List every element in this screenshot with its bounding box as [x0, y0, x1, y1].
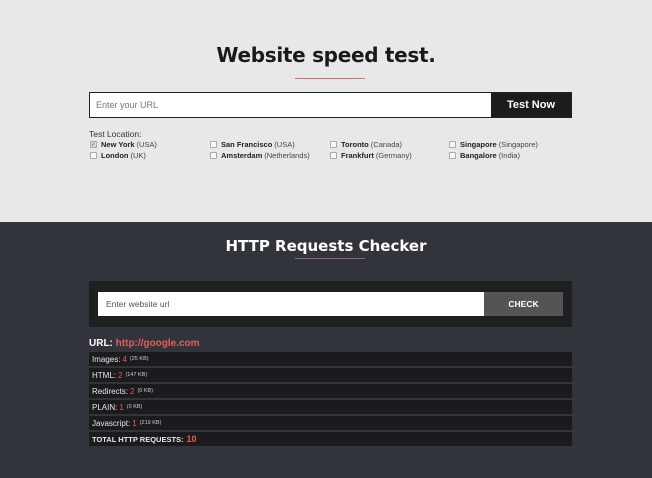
title-underline	[295, 78, 365, 79]
location-option-toronto[interactable]: Toronto (Canada)	[330, 140, 402, 149]
row-size: (219 KB)	[139, 420, 162, 426]
location-option-new-york[interactable]: ✓ New York (USA)	[90, 140, 157, 149]
row-size: (0 KB)	[126, 404, 143, 410]
row-count: 4	[122, 354, 127, 364]
row-size: (147 KB)	[125, 372, 148, 378]
location-country: (USA)	[136, 140, 157, 149]
result-row-javascript: Javascript: 1 (219 KB)	[89, 416, 572, 430]
row-size: (25 KB)	[129, 356, 149, 362]
location-city: Toronto	[341, 140, 369, 149]
checkbox[interactable]	[210, 152, 217, 159]
checkbox[interactable]	[449, 141, 456, 148]
row-size: (0 KB)	[137, 388, 154, 394]
check-panel: CHECK	[89, 281, 572, 327]
row-count: 1	[119, 402, 124, 412]
url-search-bar: Test Now	[89, 92, 572, 118]
location-option-amsterdam[interactable]: Amsterdam (Netherlands)	[210, 151, 310, 160]
location-country: (Canada)	[370, 140, 403, 149]
result-row-html: HTML: 2 (147 KB)	[89, 368, 572, 382]
result-url: URL: http://google.com	[89, 338, 200, 349]
row-count: 1	[132, 418, 137, 428]
row-label: Javascript:	[92, 418, 131, 428]
location-city: Bangalore	[460, 151, 497, 160]
test-now-button[interactable]: Test Now	[491, 93, 571, 117]
checkbox[interactable]	[330, 141, 337, 148]
location-city: Frankfurt	[341, 151, 374, 160]
row-label: Redirects:	[92, 386, 129, 396]
http-checker-section: HTTP Requests Checker CHECK URL: http://…	[0, 222, 652, 478]
row-label: PLAIN:	[92, 402, 118, 412]
url-label: URL:	[89, 338, 113, 349]
location-option-frankfurt[interactable]: Frankfurt (Germany)	[330, 151, 412, 160]
results-list: Images: 4 (25 KB) HTML: 2 (147 KB) Redir…	[89, 352, 572, 448]
location-city: Amsterdam	[221, 151, 263, 160]
checkbox[interactable]	[330, 152, 337, 159]
location-country: (India)	[498, 151, 520, 160]
checkbox[interactable]	[449, 152, 456, 159]
url-input[interactable]	[90, 93, 491, 117]
test-location-label: Test Location:	[89, 129, 142, 139]
http-checker-title: HTTP Requests Checker	[225, 237, 427, 255]
row-count: 2	[130, 386, 135, 396]
result-row-redirects: Redirects: 2 (0 KB)	[89, 384, 572, 398]
speed-test-title: Website speed test.	[216, 43, 436, 67]
checkbox[interactable]	[90, 152, 97, 159]
location-city: London	[101, 151, 129, 160]
location-option-singapore[interactable]: Singapore (Singapore)	[449, 140, 538, 149]
location-country: (Netherlands)	[264, 151, 310, 160]
speed-test-section: Website speed test. Test Now Test Locati…	[0, 0, 652, 222]
location-country: (USA)	[274, 140, 295, 149]
location-city: New York	[101, 140, 135, 149]
result-row-images: Images: 4 (25 KB)	[89, 352, 572, 366]
location-country: (Germany)	[375, 151, 412, 160]
check-button[interactable]: CHECK	[484, 292, 563, 316]
title-underline	[295, 258, 365, 259]
total-label: TOTAL HTTP REQUESTS:	[92, 434, 184, 444]
row-label: HTML:	[92, 370, 116, 380]
location-option-san-francisco[interactable]: San Francisco (USA)	[210, 140, 295, 149]
row-label: Images:	[92, 354, 121, 364]
result-row-total: TOTAL HTTP REQUESTS: 10	[89, 432, 572, 446]
website-url-input[interactable]	[98, 292, 484, 316]
location-country: (UK)	[130, 151, 146, 160]
location-city: San Francisco	[221, 140, 273, 149]
result-url-link[interactable]: http://google.com	[116, 338, 200, 349]
location-option-bangalore[interactable]: Bangalore (India)	[449, 151, 520, 160]
location-country: (Singapore)	[498, 140, 538, 149]
row-count: 2	[118, 370, 123, 380]
checkbox-checked[interactable]: ✓	[90, 141, 97, 148]
location-city: Singapore	[460, 140, 497, 149]
result-row-plain: PLAIN: 1 (0 KB)	[89, 400, 572, 414]
total-count: 10	[186, 434, 197, 444]
location-option-london[interactable]: London (UK)	[90, 151, 146, 160]
checkbox[interactable]	[210, 141, 217, 148]
